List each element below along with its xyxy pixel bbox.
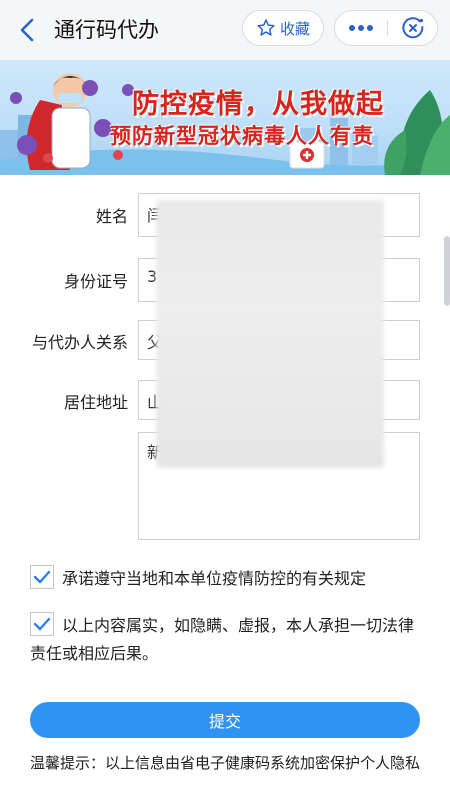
- page-title: 通行码代办: [54, 18, 159, 42]
- more-button[interactable]: [335, 11, 387, 45]
- address-label: 居住地址: [63, 393, 128, 412]
- nav-bar: 通行码代办 收藏: [0, 0, 450, 60]
- star-icon: [257, 19, 275, 36]
- agreement-text-rules: 承诺遵守当地和本单位疫情防控的有关规定: [62, 569, 367, 588]
- privacy-blur-overlay: [156, 200, 384, 468]
- epidemic-banner: 防控疫情，从我做起 预防新型冠状病毒人人有责: [0, 60, 450, 175]
- relation-label: 与代办人关系: [31, 333, 128, 352]
- favorite-button[interactable]: 收藏: [242, 10, 324, 46]
- favorite-label: 收藏: [279, 19, 310, 38]
- agreement-row-rules: 承诺遵守当地和本单位疫情防控的有关规定: [30, 565, 366, 593]
- agreement-checkbox-rules[interactable]: [30, 565, 54, 589]
- agreement-text-truth: 以上内容属实，如隐瞒、虚报，本人承担一切法律责任或相应后果。: [30, 616, 415, 663]
- privacy-tip: 温馨提示：以上信息由省电子健康码系统加密保护个人隐私: [30, 754, 421, 772]
- banner-slogan-primary: 防控疫情，从我做起: [132, 89, 384, 120]
- banner-slogan-secondary: 预防新型冠状病毒人人有责: [110, 124, 374, 148]
- back-button[interactable]: [10, 12, 46, 48]
- chevron-left-icon: [20, 18, 34, 42]
- more-icon: [349, 25, 373, 31]
- checkmark-icon: [33, 570, 51, 584]
- mini-app-capsule: [334, 10, 438, 46]
- close-mini-app-button[interactable]: [388, 11, 438, 45]
- submit-button[interactable]: 提交: [30, 702, 420, 738]
- close-circle-icon: [402, 17, 424, 39]
- name-label: 姓名: [95, 207, 128, 226]
- scrollbar-thumb[interactable]: [444, 236, 450, 306]
- id-number-label: 身份证号: [63, 272, 128, 291]
